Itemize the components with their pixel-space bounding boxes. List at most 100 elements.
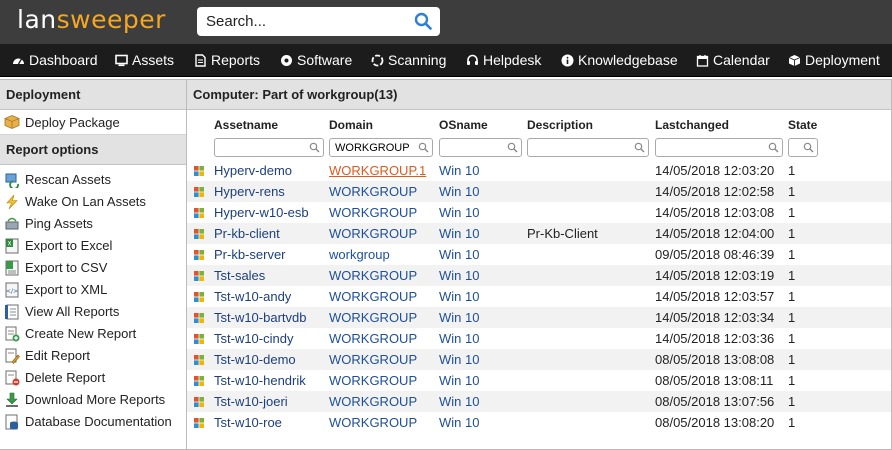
column-header-assetname[interactable]: Assetname — [214, 118, 278, 132]
domain-link[interactable]: WORKGROUP — [329, 412, 417, 433]
nav-deployment[interactable]: Deployment — [788, 44, 880, 77]
asset-name-link[interactable]: Tst-w10-bartvdb — [214, 307, 306, 328]
filter-domain[interactable] — [329, 138, 433, 157]
rescan-assets-link[interactable]: Rescan Assets — [0, 169, 186, 191]
search-icon[interactable] — [768, 142, 779, 153]
headset-icon — [467, 54, 478, 65]
lastchanged-cell: 14/05/2018 12:03:36 — [655, 331, 775, 346]
filter-domain-input[interactable] — [335, 141, 413, 155]
database-documentation-link[interactable]: Database Documentation — [0, 411, 186, 433]
create-new-report-link[interactable]: Create New Report — [0, 323, 186, 345]
nav-helpdesk[interactable]: Helpdesk — [466, 44, 541, 77]
view-all-reports-link[interactable]: View All Reports — [0, 301, 186, 323]
lastchanged-cell: 14/05/2018 12:04:00 — [655, 226, 775, 241]
export-excel-link[interactable]: X Export to Excel — [0, 235, 186, 257]
osname-link[interactable]: Win 10 — [439, 307, 479, 328]
domain-link[interactable]: WORKGROUP — [329, 223, 417, 244]
nav-reports[interactable]: Reports — [194, 44, 260, 77]
asset-name-link[interactable]: Tst-w10-cindy — [214, 328, 293, 349]
osname-link[interactable]: Win 10 — [439, 244, 479, 265]
domain-link[interactable]: WORKGROUP — [329, 391, 417, 412]
osname-link[interactable]: Win 10 — [439, 265, 479, 286]
filter-description-input[interactable] — [533, 141, 629, 155]
export-xml-link[interactable]: </> Export to XML — [0, 279, 186, 301]
asset-name-link[interactable]: Tst-w10-roe — [214, 412, 282, 433]
column-header-lastchanged[interactable]: Lastchanged — [655, 118, 729, 132]
osname-link[interactable]: Win 10 — [439, 286, 479, 307]
column-header-description[interactable]: Description — [527, 118, 593, 132]
domain-link[interactable]: WORKGROUP.1 — [329, 160, 426, 181]
domain-link[interactable]: WORKGROUP — [329, 370, 417, 391]
delete-report-icon — [5, 370, 20, 386]
filter-osname-input[interactable] — [445, 141, 502, 155]
asset-name-link[interactable]: Tst-w10-joeri — [214, 391, 288, 412]
windows-icon — [194, 334, 204, 344]
search-input[interactable] — [206, 12, 406, 31]
osname-link[interactable]: Win 10 — [439, 223, 479, 244]
filter-assetname-input[interactable] — [220, 141, 304, 155]
osname-link[interactable]: Win 10 — [439, 328, 479, 349]
domain-link[interactable]: WORKGROUP — [329, 286, 417, 307]
asset-name-link[interactable]: Hyperv-demo — [214, 160, 292, 181]
nav-assets[interactable]: Assets — [115, 44, 174, 77]
ping-assets-link[interactable]: Ping Assets — [0, 213, 186, 235]
osname-link[interactable]: Win 10 — [439, 181, 479, 202]
search-icon[interactable] — [418, 142, 429, 153]
filter-state[interactable] — [788, 138, 818, 157]
search-icon[interactable] — [414, 12, 432, 30]
domain-link[interactable]: WORKGROUP — [329, 202, 417, 223]
wake-on-lan-link[interactable]: Wake On Lan Assets — [0, 191, 186, 213]
asset-name-link[interactable]: Tst-w10-hendrik — [214, 370, 306, 391]
table-row: Hyperv-rens WORKGROUP Win 10 14/05/2018 12:… — [187, 181, 891, 202]
filter-osname[interactable] — [439, 138, 522, 157]
nav-calendar[interactable]: Calendar — [696, 44, 770, 77]
search-icon[interactable] — [803, 142, 814, 153]
asset-name-link[interactable]: Pr-kb-client — [214, 223, 280, 244]
asset-name-link[interactable]: Hyperv-w10-esb — [214, 202, 309, 223]
nav-software[interactable]: Software — [280, 44, 352, 77]
nav-dashboard[interactable]: Dashboard — [12, 44, 98, 77]
osname-link[interactable]: Win 10 — [439, 412, 479, 433]
search-icon[interactable] — [507, 142, 518, 153]
osname-link[interactable]: Win 10 — [439, 370, 479, 391]
domain-link[interactable]: WORKGROUP — [329, 349, 417, 370]
osname-link[interactable]: Win 10 — [439, 349, 479, 370]
search-icon[interactable] — [309, 142, 320, 153]
filter-state-input[interactable] — [794, 141, 798, 155]
state-cell: 1 — [788, 352, 796, 367]
deploy-package-link[interactable]: Deploy Package — [0, 110, 186, 135]
filter-lastchanged[interactable] — [655, 138, 783, 157]
sidebar: Deployment Deploy Package Report options… — [0, 79, 187, 450]
scanning-icon — [371, 54, 384, 67]
column-header-domain[interactable]: Domain — [329, 118, 373, 132]
osname-link[interactable]: Win 10 — [439, 391, 479, 412]
filter-assetname[interactable] — [214, 138, 324, 157]
osname-link[interactable]: Win 10 — [439, 160, 479, 181]
edit-report-link[interactable]: Edit Report — [0, 345, 186, 367]
column-header-osname[interactable]: OSname — [439, 118, 488, 132]
asset-name-link[interactable]: Pr-kb-server — [214, 244, 286, 265]
delete-report-link[interactable]: Delete Report — [0, 367, 186, 389]
column-header-state[interactable]: State — [788, 118, 817, 132]
nav-knowledgebase[interactable]: Knowledgebase — [561, 44, 678, 77]
asset-name-link[interactable]: Hyperv-rens — [214, 181, 285, 202]
domain-link[interactable]: WORKGROUP — [329, 265, 417, 286]
nav-scanning[interactable]: Scanning — [371, 44, 446, 77]
domain-link[interactable]: workgroup — [329, 244, 390, 265]
search-icon[interactable] — [634, 142, 645, 153]
lansweeper-logo[interactable]: lansweeper — [17, 5, 166, 34]
osname-link[interactable]: Win 10 — [439, 202, 479, 223]
filter-lastchanged-input[interactable] — [661, 141, 763, 155]
export-csv-link[interactable]: Export to CSV — [0, 257, 186, 279]
filter-description[interactable] — [527, 138, 649, 157]
search-box[interactable] — [197, 7, 440, 36]
domain-link[interactable]: WORKGROUP — [329, 181, 417, 202]
table-row: Tst-w10-cindy WORKGROUP Win 10 14/05/2018 1… — [187, 328, 891, 349]
asset-name-link[interactable]: Tst-w10-demo — [214, 349, 296, 370]
domain-link[interactable]: WORKGROUP — [329, 307, 417, 328]
asset-name-link[interactable]: Tst-w10-andy — [214, 286, 291, 307]
download-more-reports-link[interactable]: Download More Reports — [0, 389, 186, 411]
table-row: Pr-kb-client WORKGROUP Win 10 Pr-Kb-Client 1… — [187, 223, 891, 244]
asset-name-link[interactable]: Tst-sales — [214, 265, 265, 286]
domain-link[interactable]: WORKGROUP — [329, 328, 417, 349]
